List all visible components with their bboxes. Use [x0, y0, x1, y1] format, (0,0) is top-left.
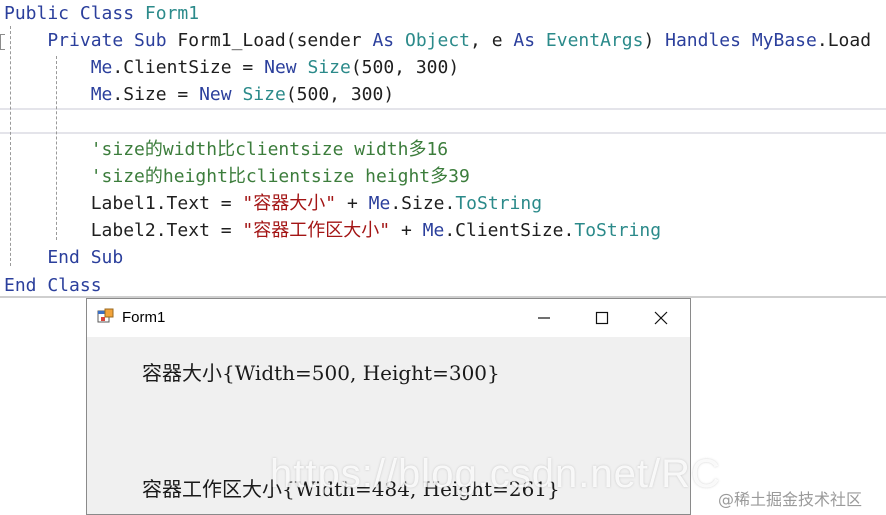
site-watermark: @稀土掘金技术社区 — [718, 490, 863, 509]
code-token: End Sub — [4, 247, 124, 268]
code-token: .Size. — [390, 193, 456, 214]
close-icon — [654, 311, 668, 325]
code-token: EventArgs — [545, 30, 644, 51]
code-token: Me — [422, 220, 445, 241]
code-token: .ClientSize. — [444, 220, 575, 241]
close-button[interactable] — [632, 299, 690, 337]
title-bar[interactable]: Form1 — [87, 299, 690, 337]
code-token: (500, 300) — [350, 57, 460, 78]
code-token: .Load — [816, 30, 872, 51]
code-token: "容器大小" — [242, 193, 337, 214]
maximize-icon — [595, 311, 609, 325]
code-token: Size — [307, 57, 351, 78]
code-token: 'size的width比clientsize width多16 — [4, 139, 449, 160]
code-token: Size — [242, 84, 286, 105]
code-token: Label2.Text = — [4, 220, 243, 241]
code-line[interactable]: End Class — [4, 273, 102, 298]
current-line-highlight — [0, 108, 886, 134]
code-token: ToString — [574, 220, 662, 241]
code-line[interactable]: Private Sub Form1_Load(sender As Object,… — [4, 28, 871, 54]
code-token: Object — [404, 30, 471, 51]
code-line[interactable]: Label1.Text = "容器大小" + Me.Size.ToString — [4, 191, 542, 217]
url-watermark: https://blog.csdn.net/RC — [270, 452, 721, 496]
code-line[interactable]: 'size的height比clientsize height多39 — [4, 164, 470, 190]
code-token: "容器工作区大小" — [242, 220, 391, 241]
code-token: ToString — [455, 193, 543, 214]
code-token: .Size = — [112, 84, 200, 105]
form-app-icon — [97, 308, 115, 326]
maximize-button[interactable] — [573, 299, 631, 337]
code-token: Me — [90, 57, 113, 78]
minimize-icon — [538, 317, 550, 319]
code-token: .ClientSize = — [112, 57, 265, 78]
code-line[interactable]: Me.ClientSize = New Size(500, 300) — [4, 55, 460, 81]
code-token: As — [372, 30, 405, 51]
code-token: Me — [90, 84, 113, 105]
code-line[interactable]: Me.Size = New Size(500, 300) — [4, 82, 394, 108]
code-token: New — [264, 57, 308, 78]
code-token: 'size的height比clientsize height多39 — [4, 166, 470, 187]
code-token: Private Sub — [4, 30, 178, 51]
code-token: Form1_Load(sender — [177, 30, 373, 51]
code-token: ) — [643, 30, 666, 51]
code-line[interactable]: 'size的width比clientsize width多16 — [4, 137, 448, 163]
code-token: MyBase — [751, 30, 817, 51]
code-line[interactable]: End Sub — [4, 245, 123, 271]
code-token: , e — [470, 30, 514, 51]
code-line[interactable]: Label2.Text = "容器工作区大小" + Me.ClientSize.… — [4, 218, 661, 244]
code-editor[interactable]: Public Class Form1 Private Sub Form1_Loa… — [0, 0, 886, 298]
code-token: Handles — [665, 30, 752, 51]
minimize-button[interactable] — [515, 299, 573, 337]
code-token: End Class — [4, 275, 102, 296]
code-token: Public Class — [4, 3, 145, 24]
code-token: New — [199, 84, 243, 105]
window-title: Form1 — [122, 309, 166, 326]
code-token: + — [336, 193, 369, 214]
code-token: Label1.Text = — [4, 193, 243, 214]
label1-text: 容器大小{Width=500, Height=300} — [142, 361, 500, 385]
code-token: + — [390, 220, 423, 241]
code-token: (500, 300) — [285, 84, 395, 105]
code-line[interactable]: Public Class Form1 — [4, 1, 199, 27]
code-token: Me — [368, 193, 391, 214]
code-token: As — [513, 30, 546, 51]
code-token: Form1 — [144, 3, 200, 24]
